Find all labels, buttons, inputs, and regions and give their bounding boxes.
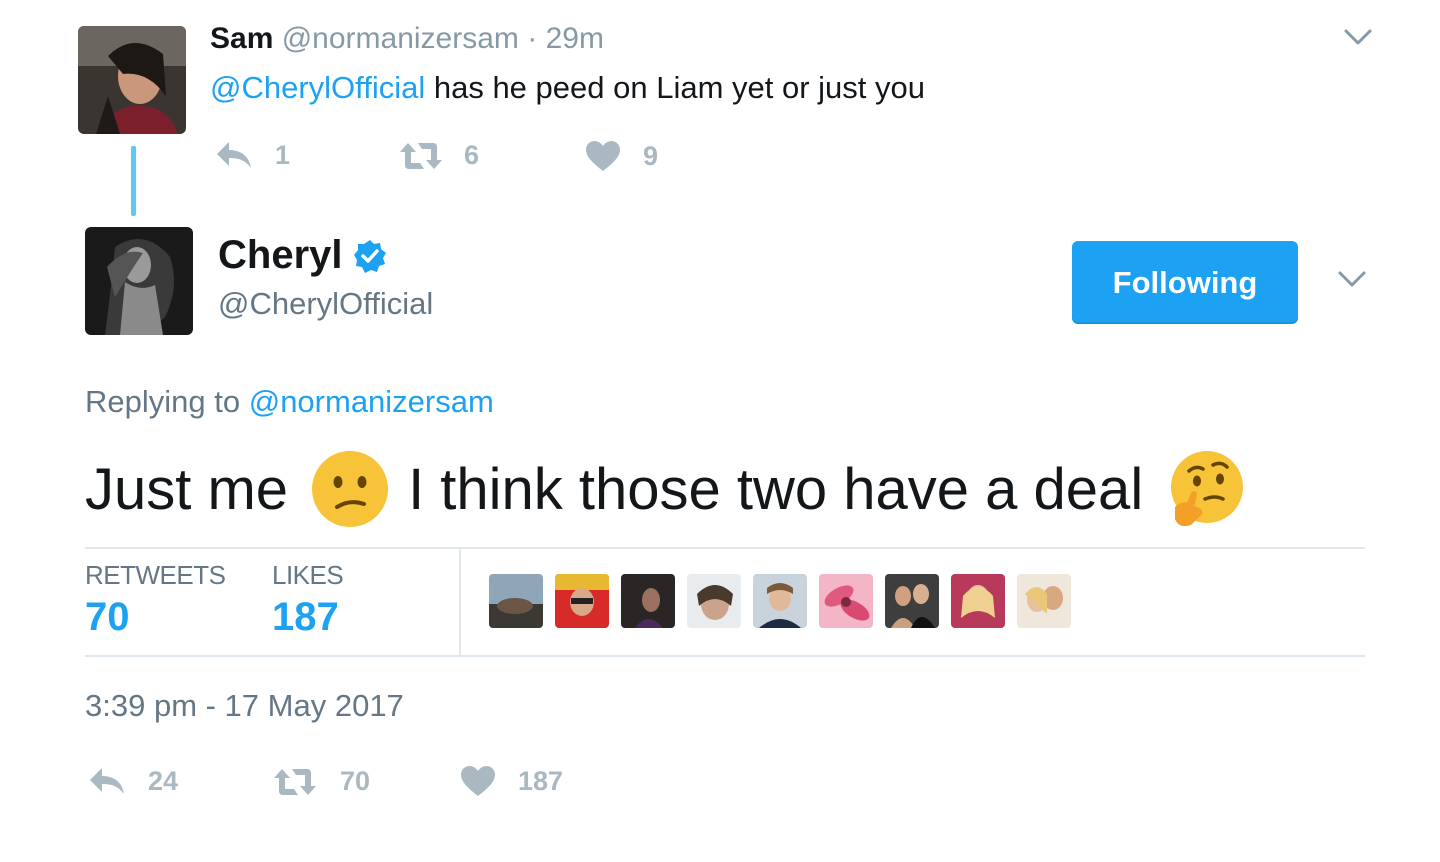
- thinking-face-emoji-icon: [1171, 451, 1244, 527]
- main-text-part1: Just me: [85, 456, 289, 522]
- liker-avatar[interactable]: [753, 574, 807, 628]
- main-tweet-retweet-action[interactable]: 70: [272, 766, 370, 797]
- replying-handle-link[interactable]: @normanizersam: [249, 384, 494, 419]
- liker-avatar[interactable]: [555, 574, 609, 628]
- sam-avatar[interactable]: [78, 26, 186, 134]
- reply-tweet-reply-action[interactable]: 1: [215, 138, 290, 172]
- main-text-part2: I think those two have a deal: [408, 456, 1144, 522]
- main-like-count: 187: [518, 765, 564, 796]
- following-button[interactable]: Following: [1072, 241, 1298, 324]
- liker-avatar[interactable]: [951, 574, 1005, 628]
- reply-time[interactable]: 29m: [546, 22, 604, 55]
- liker-avatar[interactable]: [885, 574, 939, 628]
- likes-label: LIKES: [272, 560, 344, 590]
- reply-tweet-menu[interactable]: [1343, 26, 1373, 53]
- liker-avatars: [489, 574, 1071, 628]
- reply-icon: [217, 142, 251, 168]
- reply-tweet-text: @CherylOfficial has he peed on Liam yet …: [210, 70, 925, 106]
- replying-to-line: Replying to @normanizersam: [85, 384, 494, 420]
- chevron-down-icon: [1338, 271, 1366, 287]
- retweets-stat[interactable]: RETWEETS 70: [85, 560, 226, 640]
- main-tweet-reply-action[interactable]: 24: [88, 764, 178, 798]
- reply-tweet-retweet-action[interactable]: 6: [398, 140, 479, 171]
- reply-tweet-like-action[interactable]: 9: [585, 140, 658, 172]
- reply-mention-link[interactable]: @CherylOfficial: [210, 70, 425, 105]
- stats-top-divider: [85, 547, 1365, 549]
- reply-author-handle[interactable]: @normanizersam: [282, 22, 519, 55]
- reply-tweet-header: Sam @normanizersam · 29m: [210, 22, 604, 56]
- main-retweet-count: 70: [340, 766, 371, 796]
- replying-prefix: Replying to: [85, 384, 241, 419]
- tweet-timestamp[interactable]: 3:39 pm - 17 May 2017: [85, 688, 404, 724]
- reply-time-separator: ·: [527, 22, 538, 55]
- cheryl-avatar[interactable]: [85, 227, 193, 335]
- main-tweet-author[interactable]: Cheryl: [218, 233, 387, 278]
- main-reply-count: 24: [148, 765, 179, 796]
- liker-avatar[interactable]: [621, 574, 675, 628]
- likes-stat[interactable]: LIKES 187: [272, 560, 344, 640]
- chevron-down-icon: [1344, 29, 1372, 45]
- reply-body: has he peed on Liam yet or just you: [425, 70, 925, 105]
- heart-icon: [586, 141, 620, 171]
- main-author-handle[interactable]: @CherylOfficial: [218, 286, 433, 322]
- main-tweet-menu[interactable]: [1337, 268, 1367, 295]
- retweet-icon: [274, 768, 316, 795]
- thread-connector-line: [131, 146, 136, 216]
- reply-author-name[interactable]: Sam: [210, 22, 273, 55]
- likes-value: 187: [272, 595, 339, 639]
- verified-badge-icon: [353, 239, 386, 273]
- main-tweet-text: Just me I think those two have a deal: [85, 443, 1245, 535]
- liker-avatar[interactable]: [819, 574, 873, 628]
- heart-icon: [461, 766, 495, 796]
- main-author-name: Cheryl: [218, 233, 343, 277]
- retweets-label: RETWEETS: [85, 560, 226, 590]
- main-tweet-like-action[interactable]: 187: [460, 765, 563, 797]
- reply-count: 1: [275, 139, 291, 170]
- like-count: 9: [643, 140, 659, 171]
- liker-avatar[interactable]: [489, 574, 543, 628]
- retweet-icon: [400, 142, 442, 169]
- retweet-count: 6: [464, 140, 480, 170]
- retweets-value: 70: [85, 595, 130, 639]
- liker-avatar[interactable]: [687, 574, 741, 628]
- liker-avatar[interactable]: [1017, 574, 1071, 628]
- stats-vertical-divider: [459, 549, 461, 655]
- stats-bottom-divider: [85, 655, 1365, 657]
- reply-icon: [90, 768, 124, 794]
- confused-face-emoji-icon: [312, 451, 389, 527]
